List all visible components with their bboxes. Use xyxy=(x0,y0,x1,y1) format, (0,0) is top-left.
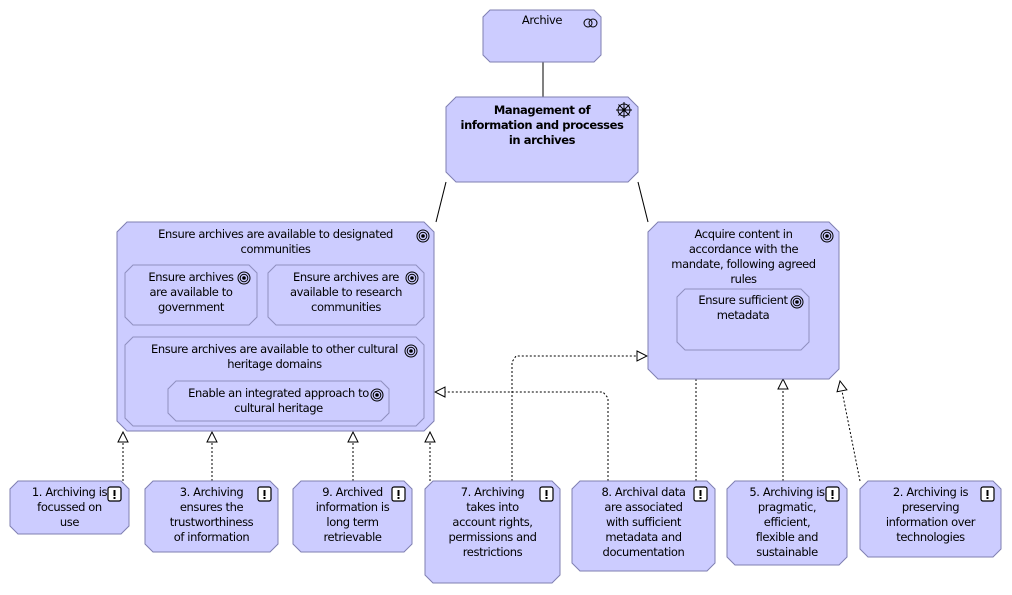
designated-label-line: communities xyxy=(241,242,311,256)
research-label-line: communities xyxy=(311,300,381,314)
goal-icon xyxy=(404,344,418,358)
node-metadata[interactable]: Ensure sufficientmetadata xyxy=(676,288,810,351)
node-layer: Archive Management ofinformation and pro… xyxy=(9,9,1002,584)
p2-label-line: information over xyxy=(886,515,976,529)
management-label-line: in archives xyxy=(509,133,576,147)
node-research[interactable]: Ensure archives areavailable to research… xyxy=(267,264,425,326)
p5-label-line: 5. Archiving is xyxy=(749,485,825,499)
node-p7[interactable]: 7. Archivingtakes intoaccount rights,per… xyxy=(424,480,561,584)
goal-icon xyxy=(405,271,419,285)
node-integrated[interactable]: Enable an integrated approach tocultural… xyxy=(167,380,390,422)
government-label-line: government xyxy=(158,300,225,314)
node-management[interactable]: Management ofinformation and processesin… xyxy=(445,96,639,183)
goal-icon xyxy=(820,229,834,243)
p3-label-line: ensures the xyxy=(180,500,244,514)
p3-label-line: 3. Archiving xyxy=(180,485,244,499)
acquire-label-line: mandate, following agreed xyxy=(671,257,816,271)
principle-icon xyxy=(825,486,840,502)
acquire-label-line: accordance with the xyxy=(689,242,799,256)
p9-label-line: retrievable xyxy=(323,530,381,544)
node-archive[interactable]: Archive xyxy=(482,9,602,63)
principle-icon xyxy=(693,486,708,502)
node-p8[interactable]: 8. Archival dataare associatedwith suffi… xyxy=(571,480,716,572)
p1-label-line: use xyxy=(60,515,79,529)
p8-label-line: 8. Archival data xyxy=(602,485,686,499)
principle-icon xyxy=(539,486,554,502)
p8-label-line: are associated xyxy=(604,500,682,514)
node-p9[interactable]: 9. Archivedinformation islong termretrie… xyxy=(292,480,413,553)
p8-label-line: with sufficient xyxy=(606,515,682,529)
p5-label-line: flexible and xyxy=(756,530,818,544)
p5-label-line: pragmatic, xyxy=(758,500,816,514)
acquire-label-line: rules xyxy=(730,272,757,286)
management-label-line: information and processes xyxy=(461,118,624,132)
p7-label-line: account rights, xyxy=(452,515,532,529)
p1-label-line: 1. Archiving is xyxy=(32,485,108,499)
p7-label-line: 7. Archiving xyxy=(461,485,525,499)
integrated-label-line: Enable an integrated approach to xyxy=(188,386,369,400)
principle-icon xyxy=(257,486,272,502)
goal-icon xyxy=(237,271,251,285)
realization-edge-p7-to-acquire[interactable] xyxy=(511,356,647,481)
node-p2[interactable]: 2. Archiving ispreservinginformation ove… xyxy=(859,480,1002,558)
research-label-line: Ensure archives are xyxy=(293,270,399,284)
p9-label-line: information is xyxy=(316,500,390,514)
p7-label-line: restrictions xyxy=(463,545,523,559)
metadata-label-line: metadata xyxy=(717,308,770,322)
principle-icon xyxy=(391,486,406,502)
goal-icon xyxy=(416,229,430,243)
goal-icon xyxy=(790,295,804,309)
p3-label-line: trustworthiness xyxy=(170,515,254,529)
metadata-label-line: Ensure sufficient xyxy=(698,293,788,307)
government-label-line: are available to xyxy=(150,285,233,299)
p5-label-line: efficient, xyxy=(764,515,810,529)
goal-icon xyxy=(370,388,384,402)
p3-label-line: of information xyxy=(174,530,250,544)
p2-label-line: technologies xyxy=(896,530,965,544)
p8-label-line: metadata and xyxy=(605,530,681,544)
p5-label-line: sustainable xyxy=(756,545,818,559)
node-government[interactable]: Ensure archivesare available togovernmen… xyxy=(124,264,258,326)
p9-label-line: 9. Archived xyxy=(322,485,383,499)
p7-label-line: takes into xyxy=(466,500,519,514)
association-edge-management-to-acquire[interactable] xyxy=(637,181,649,223)
association-edge-management-to-designated[interactable] xyxy=(435,181,447,223)
realization-edge-p2-to-acquire[interactable] xyxy=(840,381,861,482)
principle-icon xyxy=(107,486,122,502)
realization-edge-p8-to-designated[interactable] xyxy=(435,392,609,481)
acquire-label-line: Acquire content in xyxy=(695,227,793,241)
government-label-line: Ensure archives xyxy=(148,270,234,284)
node-p3[interactable]: 3. Archivingensures thetrustworthinessof… xyxy=(144,480,279,553)
designated-label-line: Ensure archives are available to designa… xyxy=(158,227,393,241)
node-p5[interactable]: 5. Archiving ispragmatic,efficient,flexi… xyxy=(726,480,848,566)
p9-label-line: long term xyxy=(326,515,378,529)
p2-label-line: preserving xyxy=(902,500,959,514)
p7-label-line: permissions and xyxy=(448,530,536,544)
principle-icon xyxy=(980,486,995,502)
node-p1[interactable]: 1. Archiving isfocussed onuse xyxy=(9,480,130,535)
integrated-label-line: cultural heritage xyxy=(234,401,323,415)
p8-label-line: documentation xyxy=(603,545,685,559)
p1-label-line: focussed on xyxy=(37,500,102,514)
research-label-line: available to research xyxy=(290,285,402,299)
management-label-line: Management of xyxy=(494,103,592,117)
cultural-label-line: Ensure archives are available to other c… xyxy=(151,342,398,356)
p2-label-line: 2. Archiving is xyxy=(893,485,969,499)
cultural-label-line: heritage domains xyxy=(227,357,322,371)
diagram-canvas: Archive Management ofinformation and pro… xyxy=(9,9,1002,584)
archive-label-line: Archive xyxy=(522,13,563,27)
